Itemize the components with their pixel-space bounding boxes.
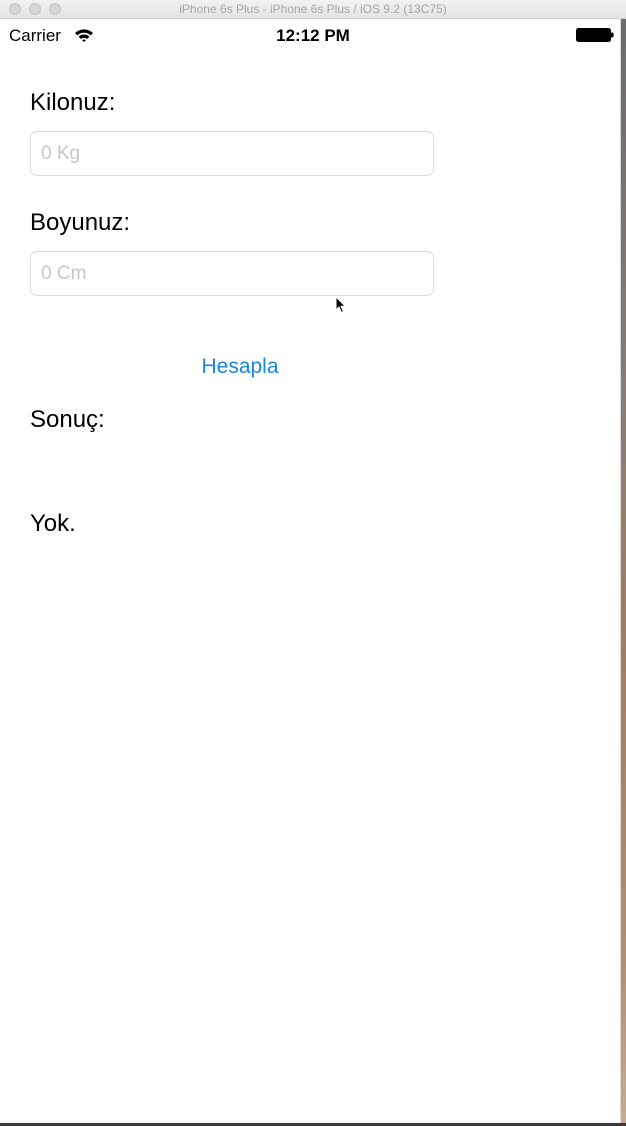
simulator-window: iPhone 6s Plus - iPhone 6s Plus / iOS 9.…: [0, 0, 626, 1126]
height-label: Boyunuz:: [30, 209, 131, 236]
weight-label: Kilonuz:: [30, 89, 116, 116]
status-time: 12:12 PM: [276, 26, 350, 45]
result-label: Sonuç:: [30, 406, 105, 433]
weight-input[interactable]: [30, 131, 434, 176]
height-input[interactable]: [30, 251, 434, 296]
status-bar: Carrier 12:12 PM: [0, 19, 620, 53]
window-title: iPhone 6s Plus - iPhone 6s Plus / iOS 9.…: [179, 2, 447, 16]
calculate-button[interactable]: Hesapla: [180, 352, 300, 382]
result-value: Yok.: [30, 510, 76, 537]
window-title-bar: iPhone 6s Plus - iPhone 6s Plus / iOS 9.…: [0, 0, 626, 19]
mouse-cursor-icon: [335, 296, 346, 313]
desktop-background: [621, 19, 626, 1126]
battery-icon: [576, 28, 614, 42]
